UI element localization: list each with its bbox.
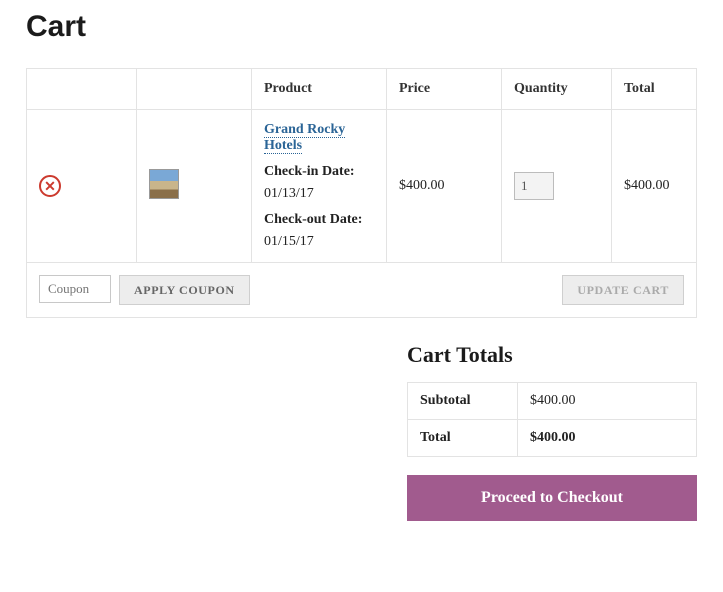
apply-coupon-button[interactable]: APPLY COUPON bbox=[119, 275, 250, 305]
product-link[interactable]: Grand Rocky Hotels bbox=[264, 122, 345, 154]
checkout-label: Check-out Date: bbox=[264, 212, 374, 228]
subtotal-label: Subtotal bbox=[408, 383, 518, 420]
checkin-value: 01/13/17 bbox=[264, 186, 374, 202]
cart-totals-heading: Cart Totals bbox=[407, 342, 697, 368]
cart-totals-table: Subtotal $400.00 Total $400.00 bbox=[407, 382, 697, 457]
col-product: Product bbox=[252, 69, 387, 110]
col-remove bbox=[27, 69, 137, 110]
cart-table: Product Price Quantity Total ✕ Grand Ro bbox=[26, 68, 697, 318]
update-cart-button[interactable]: UPDATE CART bbox=[562, 275, 684, 305]
total-value: $400.00 bbox=[518, 420, 697, 457]
item-price: $400.00 bbox=[387, 110, 502, 263]
table-row: ✕ Grand Rocky Hotels Check-in Date: 01/1… bbox=[27, 110, 697, 263]
product-thumbnail[interactable] bbox=[149, 169, 179, 199]
subtotal-row: Subtotal $400.00 bbox=[408, 383, 697, 420]
cart-header-row: Product Price Quantity Total bbox=[27, 69, 697, 110]
quantity-input[interactable] bbox=[514, 172, 554, 200]
cart-actions-row: APPLY COUPON UPDATE CART bbox=[27, 263, 697, 318]
checkin-label: Check-in Date: bbox=[264, 164, 374, 180]
remove-item-button[interactable]: ✕ bbox=[39, 175, 61, 197]
total-label: Total bbox=[408, 420, 518, 457]
col-thumbnail bbox=[137, 69, 252, 110]
col-quantity: Quantity bbox=[502, 69, 612, 110]
subtotal-value: $400.00 bbox=[518, 383, 697, 420]
col-total: Total bbox=[612, 69, 697, 110]
page-title: Cart bbox=[26, 10, 697, 44]
proceed-to-checkout-button[interactable]: Proceed to Checkout bbox=[407, 475, 697, 521]
item-total: $400.00 bbox=[612, 110, 697, 263]
coupon-input[interactable] bbox=[39, 275, 111, 303]
cart-totals-section: Cart Totals Subtotal $400.00 Total $400.… bbox=[407, 342, 697, 521]
total-row: Total $400.00 bbox=[408, 420, 697, 457]
col-price: Price bbox=[387, 69, 502, 110]
checkout-value: 01/15/17 bbox=[264, 234, 374, 250]
close-icon: ✕ bbox=[44, 179, 56, 193]
